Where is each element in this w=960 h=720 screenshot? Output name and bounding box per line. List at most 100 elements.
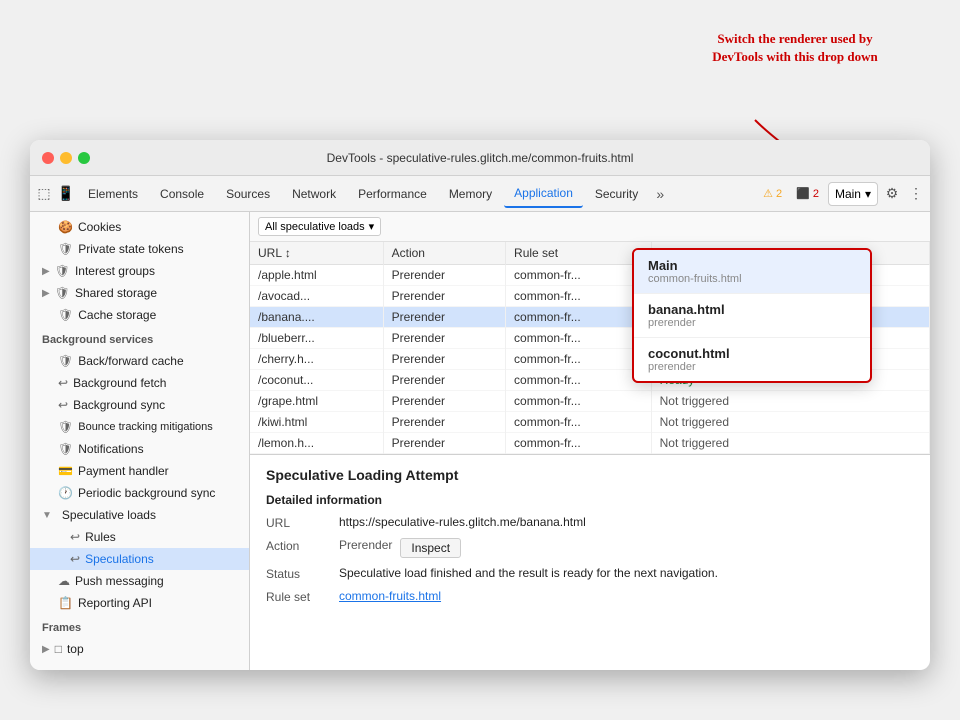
tab-network[interactable]: Network (282, 180, 346, 208)
col-url[interactable]: URL ↕ (250, 242, 383, 265)
detail-panel: Speculative Loading Attempt Detailed inf… (250, 454, 930, 624)
tab-elements[interactable]: Elements (78, 180, 148, 208)
speculative-expand-icon: ▼ (42, 510, 52, 521)
url-cell: /grape.html (250, 391, 383, 412)
action-cell: Prerender (383, 433, 505, 454)
renderer-item-banana[interactable]: banana.html prerender (634, 294, 870, 338)
settings-icon[interactable]: ⚙ (882, 184, 902, 204)
window-title: DevTools - speculative-rules.glitch.me/c… (327, 151, 634, 165)
renderer-popup: Main common-fruits.html banana.html prer… (632, 248, 872, 383)
sidebar-item-background-fetch[interactable]: ↩ Background fetch (30, 372, 249, 394)
sidebar-item-shared-storage[interactable]: ▶ 🛡 Shared storage (30, 282, 249, 304)
renderer-dropdown[interactable]: Main ▾ (828, 182, 878, 206)
detail-url-row: URL https://speculative-rules.glitch.me/… (266, 515, 914, 530)
renderer-coconut-sub: prerender (648, 361, 856, 373)
action-cell: Prerender (383, 328, 505, 349)
sidebar-item-cookies[interactable]: 🍪 Cookies (30, 216, 249, 238)
more-options-icon[interactable]: ⋮ (906, 184, 926, 204)
sidebar-item-backforward[interactable]: 🛡 Back/forward cache (30, 350, 249, 372)
ruleset-label: Rule set (266, 589, 331, 604)
renderer-item-coconut[interactable]: coconut.html prerender (634, 338, 870, 381)
ruleset-cell: common-fr... (506, 391, 652, 412)
minimize-button[interactable] (60, 152, 72, 164)
tab-sources[interactable]: Sources (216, 180, 280, 208)
sidebar-item-speculative-loads[interactable]: ▼ Speculative loads (30, 504, 249, 526)
tab-performance[interactable]: Performance (348, 180, 437, 208)
url-label: URL (266, 515, 331, 530)
filter-dropdown[interactable]: All speculative loads ▾ (258, 217, 381, 236)
sidebar-item-bounce-tracking[interactable]: 🛡 Bounce tracking mitigations (30, 416, 249, 438)
background-fetch-icon: ↩ (58, 376, 68, 390)
url-cell: /avocad... (250, 286, 383, 307)
sidebar-item-reporting-api[interactable]: 📋 Reporting API (30, 592, 249, 614)
toolbar-right: ⚠ 2 ⬛ 2 Main ▾ ⚙ ⋮ (758, 182, 926, 206)
sidebar-item-payment[interactable]: 💳 Payment handler (30, 460, 249, 482)
sub-toolbar: All speculative loads ▾ (250, 212, 930, 242)
sidebar-item-cache-storage[interactable]: 🛡 Cache storage (30, 304, 249, 326)
tab-application[interactable]: Application (504, 180, 583, 208)
url-cell: /banana.... (250, 307, 383, 328)
detail-subtitle: Detailed information (266, 493, 914, 507)
tab-console[interactable]: Console (150, 180, 214, 208)
action-cell: Prerender (383, 286, 505, 307)
main-panel: All speculative loads ▾ URL ↕ Action Rul… (250, 212, 930, 670)
action-cell: Prerender (383, 265, 505, 286)
renderer-item-main[interactable]: Main common-fruits.html (634, 250, 870, 294)
background-services-header: Background services (30, 326, 249, 350)
more-tabs-icon[interactable]: » (650, 184, 670, 204)
ruleset-cell: common-fr... (506, 286, 652, 307)
expand-arrow-icon: ▶ (42, 266, 50, 277)
table-row[interactable]: /kiwi.html Prerender common-fr... Not tr… (250, 412, 930, 433)
ruleset-cell: common-fr... (506, 349, 652, 370)
status-cell: Not triggered (660, 394, 729, 408)
renderer-main-label: Main (648, 258, 856, 273)
ruleset-cell: common-fr... (506, 328, 652, 349)
table-row[interactable]: /lemon.h... Prerender common-fr... Not t… (250, 433, 930, 454)
bounce-tracking-icon: 🛡 (58, 420, 73, 434)
url-cell: /cherry.h... (250, 349, 383, 370)
url-cell: /kiwi.html (250, 412, 383, 433)
status-label: Status (266, 566, 331, 581)
url-cell: /lemon.h... (250, 433, 383, 454)
notifications-icon: 🛡 (58, 442, 73, 456)
ruleset-cell: common-fr... (506, 433, 652, 454)
sidebar-item-notifications[interactable]: 🛡 Notifications (30, 438, 249, 460)
action-value: Prerender (339, 538, 392, 552)
maximize-button[interactable] (78, 152, 90, 164)
sidebar-item-background-sync[interactable]: ↩ Background sync (30, 394, 249, 416)
ruleset-value[interactable]: common-fruits.html (339, 589, 441, 603)
devtools-toolbar: ⬚ 📱 Elements Console Sources Network Per… (30, 176, 930, 212)
tab-security[interactable]: Security (585, 180, 648, 208)
col-action[interactable]: Action (383, 242, 505, 265)
browser-window: DevTools - speculative-rules.glitch.me/c… (30, 140, 930, 670)
cookies-icon: 🍪 (58, 220, 73, 234)
inspect-button[interactable]: Inspect (400, 538, 461, 558)
inspect-element-icon[interactable]: ⬚ (34, 184, 54, 204)
action-label: Action (266, 538, 331, 553)
ruleset-cell: common-fr... (506, 265, 652, 286)
tab-memory[interactable]: Memory (439, 180, 502, 208)
sidebar-item-interest-groups[interactable]: ▶ 🛡 Interest groups (30, 260, 249, 282)
status-cell: Not triggered (660, 436, 729, 450)
col-ruleset[interactable]: Rule set (506, 242, 652, 265)
window-controls (42, 152, 90, 164)
close-button[interactable] (42, 152, 54, 164)
sidebar-item-private-state-tokens[interactable]: 🛡 Private state tokens (30, 238, 249, 260)
detail-status-row: Status Speculative load finished and the… (266, 566, 914, 581)
push-messaging-icon: ☁ (58, 574, 70, 588)
frames-header: Frames (30, 614, 249, 638)
action-cell: Prerender (383, 370, 505, 391)
status-cell-td: Not triggered (651, 433, 929, 454)
action-cell: Prerender (383, 391, 505, 412)
sidebar-item-top[interactable]: ▶ □ top (30, 638, 249, 660)
detail-ruleset-row: Rule set common-fruits.html (266, 589, 914, 604)
renderer-banana-label: banana.html (648, 302, 856, 317)
sidebar-item-push-messaging[interactable]: ☁ Push messaging (30, 570, 249, 592)
sidebar-item-periodic-sync[interactable]: 🕐 Periodic background sync (30, 482, 249, 504)
sidebar-item-speculations[interactable]: ↩ Speculations (30, 548, 249, 570)
shared-storage-icon: 🛡 (55, 286, 70, 300)
sidebar-item-rules[interactable]: ↩ Rules (30, 526, 249, 548)
table-row[interactable]: /grape.html Prerender common-fr... Not t… (250, 391, 930, 412)
device-toolbar-icon[interactable]: 📱 (56, 184, 76, 204)
renderer-sub-label: common-fruits.html (648, 273, 856, 285)
